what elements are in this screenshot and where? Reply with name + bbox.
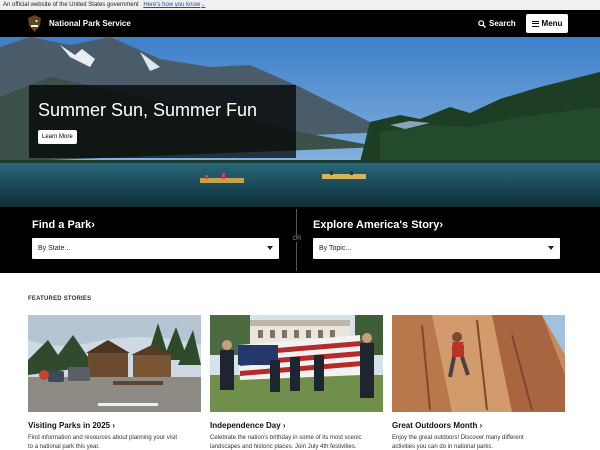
story-description: Find information and resources about pla… xyxy=(28,435,178,450)
search-icon xyxy=(478,19,486,28)
gov-banner-text: An official website of the United States… xyxy=(3,2,139,8)
menu-button[interactable]: Menu xyxy=(526,14,568,33)
story-image[interactable] xyxy=(392,315,565,412)
or-label: OR xyxy=(291,236,303,242)
arrowhead-logo-icon[interactable] xyxy=(28,15,41,32)
chevron-down-icon: ⌄ xyxy=(201,2,206,8)
menu-label: Menu xyxy=(541,19,563,28)
hero-banner: Summer Sun, Summer Fun Learn More xyxy=(0,37,600,207)
story-card-visiting-parks[interactable]: Visiting Parks in 2025 › Find informatio… xyxy=(28,315,201,450)
hero-panel: Summer Sun, Summer Fun Learn More xyxy=(29,85,296,158)
site-header: National Park Service Search Menu xyxy=(0,10,600,37)
learn-more-button[interactable]: Learn More xyxy=(38,130,77,144)
story-image[interactable] xyxy=(28,315,201,412)
gov-banner: An official website of the United States… xyxy=(0,0,600,10)
story-description: Enjoy the great outdoors! Discover many … xyxy=(392,435,524,450)
chevron-down-icon xyxy=(548,246,554,250)
topic-select-value: By Topic... xyxy=(319,245,352,252)
search-button[interactable]: Search xyxy=(478,17,516,30)
story-title[interactable]: Independence Day › xyxy=(210,421,383,430)
story-card-independence-day[interactable]: Independence Day › Celebrate the nation'… xyxy=(210,315,383,450)
story-description: Celebrate the nation's birthday in some … xyxy=(210,435,362,450)
brand-link[interactable]: National Park Service xyxy=(49,19,131,28)
story-title[interactable]: Great Outdoors Month › xyxy=(392,421,565,430)
explore-americas-story-link[interactable]: Explore America's Story› xyxy=(313,219,443,231)
hero-title: Summer Sun, Summer Fun xyxy=(38,100,258,120)
state-select[interactable]: By State... xyxy=(32,238,279,259)
story-card-great-outdoors[interactable]: Great Outdoors Month › Enjoy the great o… xyxy=(392,315,565,450)
park-finder: Find a Park› By State... OR Explore Amer… xyxy=(0,207,600,273)
hamburger-menu-icon xyxy=(531,20,539,27)
featured-stories-heading: FEATURED STORIES xyxy=(28,296,92,302)
state-select-value: By State... xyxy=(38,245,71,252)
story-title[interactable]: Visiting Parks in 2025 › xyxy=(28,421,201,430)
chevron-down-icon xyxy=(267,246,273,250)
heres-how-you-know-link[interactable]: Here's how you know⌄ xyxy=(143,2,205,8)
search-label: Search xyxy=(489,19,516,28)
story-image[interactable] xyxy=(210,315,383,412)
topic-select[interactable]: By Topic... xyxy=(313,238,560,259)
find-a-park-link[interactable]: Find a Park› xyxy=(32,219,95,231)
